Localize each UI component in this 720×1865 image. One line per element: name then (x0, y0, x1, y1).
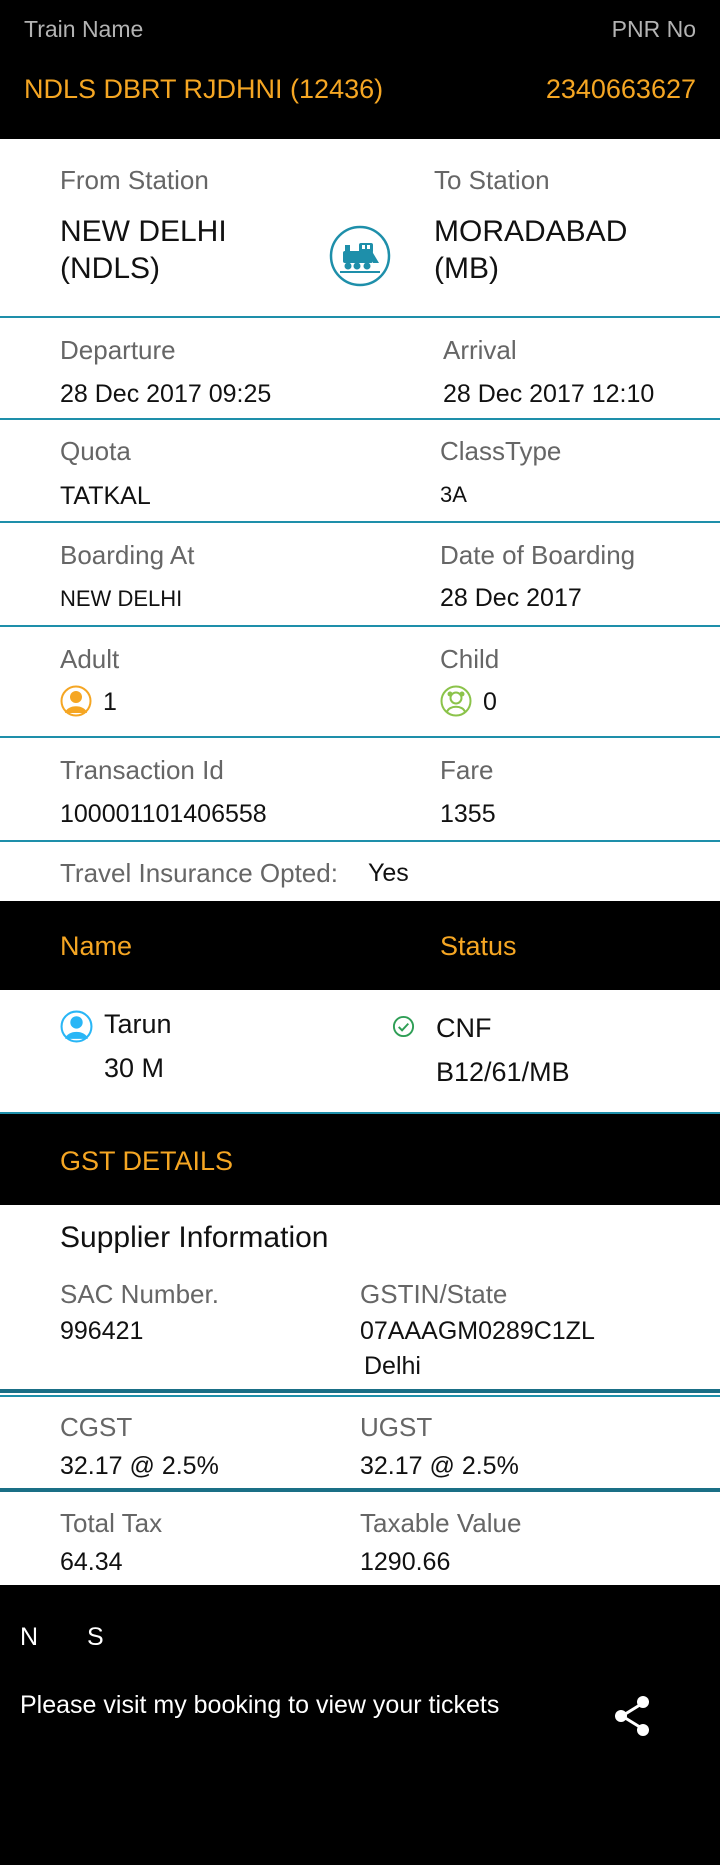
booking-status: CNF (436, 1013, 492, 1043)
ticket-header: Train Name PNR No NDLS DBRT RJDHNI (1243… (0, 0, 720, 139)
berth-details: B12/61/MB (436, 1057, 570, 1087)
ugst-label: UGST (360, 1412, 433, 1442)
sac-label: SAC Number. (60, 1279, 219, 1309)
separator (0, 1389, 720, 1393)
child-icon (440, 685, 472, 717)
boarding-date-value: 28 Dec 2017 (440, 584, 582, 612)
status-column-header: Status (440, 931, 517, 961)
fare-label: Fare (440, 755, 494, 785)
separator (0, 1488, 720, 1492)
quota-label: Quota (60, 436, 131, 466)
footer-s: S (87, 1623, 104, 1651)
arrival-label: Arrival (443, 335, 517, 365)
fare-value: 1355 (440, 800, 496, 828)
journey-details: From Station To Station NEW DELHI (NDLS)… (0, 139, 720, 901)
train-name-label: Train Name (24, 16, 144, 42)
total-tax-value: 64.34 (60, 1548, 123, 1576)
departure-time: 28 Dec 2017 09:25 (60, 380, 272, 408)
gst-title: GST DETAILS (60, 1146, 234, 1176)
adult-icon (60, 685, 92, 717)
to-station-label: To Station (434, 165, 550, 195)
separator (0, 418, 720, 420)
footer: N S Please visit my booking to view your… (0, 1585, 720, 1865)
boarding-at-label: Boarding At (60, 540, 195, 570)
from-station-code: (NDLS) (60, 252, 161, 285)
check-circle-icon (392, 1015, 415, 1038)
taxable-value: 1290.66 (360, 1548, 451, 1576)
class-type-label: ClassType (440, 436, 562, 466)
quota-value: TATKAL (60, 482, 151, 510)
from-station: NEW DELHI (NDLS) (60, 213, 227, 287)
passenger-table-header: Name Status (0, 901, 720, 990)
gst-state: Delhi (364, 1352, 421, 1380)
ugst-value: 32.17 @ 2.5% (360, 1452, 519, 1480)
from-station-name: NEW DELHI (60, 215, 227, 248)
cgst-label: CGST (60, 1412, 133, 1442)
arrival-time: 28 Dec 2017 12:10 (443, 380, 655, 408)
total-tax-label: Total Tax (60, 1508, 163, 1538)
transaction-id-value: 100001101406558 (60, 800, 267, 828)
share-icon[interactable] (612, 1694, 652, 1738)
sac-value: 996421 (60, 1317, 144, 1345)
adult-label: Adult (60, 644, 120, 674)
passenger-age-gender: 30 M (104, 1053, 165, 1083)
passenger-name: Tarun (104, 1009, 172, 1039)
passenger-icon (60, 1010, 93, 1043)
separator (0, 736, 720, 738)
separator (0, 316, 720, 318)
gst-header: GST DETAILS (0, 1114, 720, 1205)
to-station: MORADABAD (MB) (434, 213, 627, 287)
table-row: Tarun 30 M CNF B12/61/MB (0, 990, 720, 1112)
boarding-date-label: Date of Boarding (440, 540, 636, 570)
to-station-code: (MB) (434, 252, 499, 285)
footer-n: N (20, 1623, 39, 1651)
transaction-id-label: Transaction Id (60, 755, 224, 785)
separator (0, 521, 720, 523)
separator (0, 625, 720, 627)
train-icon (329, 225, 391, 287)
child-label: Child (440, 644, 500, 674)
name-column-header: Name (60, 931, 133, 961)
insurance-value: Yes (368, 859, 409, 887)
to-station-name: MORADABAD (434, 215, 628, 248)
supplier-title: Supplier Information (60, 1221, 329, 1254)
class-type-value: 3A (440, 482, 467, 507)
adult-count: 1 (103, 688, 117, 716)
cgst-value: 32.17 @ 2.5% (60, 1452, 219, 1480)
train-name: NDLS DBRT RJDHNI (12436) (24, 74, 384, 104)
insurance-label: Travel Insurance Opted: (60, 858, 338, 888)
boarding-at-value: NEW DELHI (60, 586, 183, 611)
separator (0, 840, 720, 842)
taxable-value-label: Taxable Value (360, 1508, 522, 1538)
separator (0, 1395, 720, 1397)
pnr-number: 2340663627 (545, 74, 696, 104)
gstin-label: GSTIN/State (360, 1279, 508, 1309)
departure-label: Departure (60, 335, 176, 365)
child-count: 0 (483, 688, 497, 716)
pnr-label: PNR No (611, 16, 696, 42)
gstin-value: 07AAAGM0289C1ZL (360, 1317, 595, 1345)
from-station-label: From Station (60, 165, 209, 195)
booking-message: Please visit my booking to view your tic… (20, 1691, 500, 1719)
